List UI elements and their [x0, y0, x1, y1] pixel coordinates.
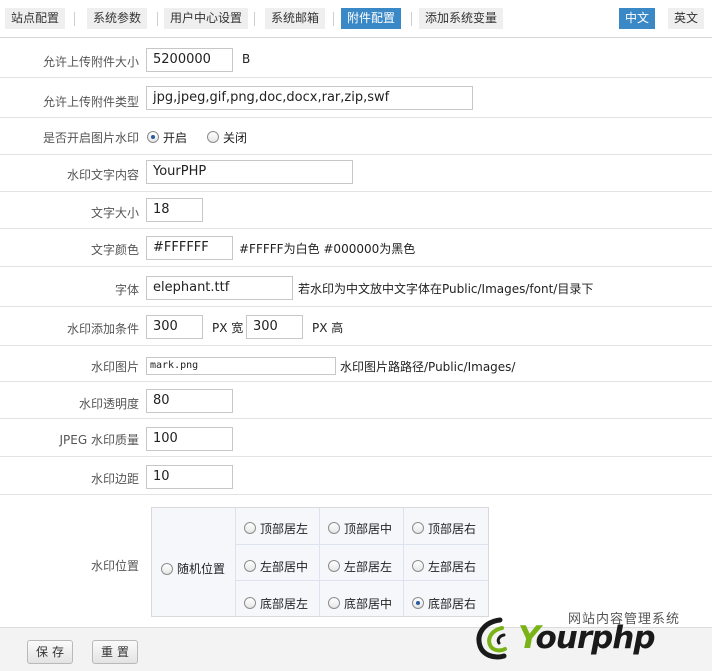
- position-cell: 底部居中: [320, 581, 404, 616]
- position-option-label: 顶部居左: [260, 522, 309, 536]
- margin-input[interactable]: 10: [146, 465, 233, 489]
- jpeg-quality-label: JPEG 水印质量: [59, 433, 139, 447]
- tab-attachment-config[interactable]: 附件配置: [341, 8, 402, 29]
- position-bottom-right-radio[interactable]: [412, 597, 424, 609]
- position-bottom-center-radio[interactable]: [328, 597, 340, 609]
- logo-wordmark: Yourphp: [518, 620, 656, 656]
- tab-bar: 站点配置 系统参数 用户中心设置 系统邮箱 附件配置 添加系统变量 中文 英文: [0, 0, 712, 38]
- watermark-on-radio[interactable]: [147, 131, 159, 143]
- tab-add-variable[interactable]: 添加系统变量: [419, 8, 504, 29]
- yourphp-logo: 网站内容管理系统 Yourphp: [470, 604, 700, 664]
- font-size-label: 文字大小: [90, 206, 139, 220]
- row-file-types: 允许上传附件类型 jpg,jpeg,gif,png,doc,docx,rar,z…: [0, 78, 712, 118]
- position-mid-center-radio[interactable]: [328, 560, 340, 572]
- condition-height-unit: PX 高: [312, 321, 344, 335]
- row-watermark-enable: 是否开启图片水印 开启 关闭: [0, 118, 712, 155]
- position-option-label: 底部居右: [428, 597, 477, 611]
- position-cell: 顶部居左: [236, 508, 320, 545]
- tab-separator: [254, 12, 255, 26]
- condition-width-unit: PX 宽: [212, 321, 244, 335]
- row-font-color: 文字颜色 #FFFFFF #FFFFF为白色 #000000为黑色: [0, 229, 712, 267]
- position-grid: 随机位置 顶部居左 顶部居中 顶部居右 左部居中 左部居左 左部居右 底部居左 …: [151, 507, 489, 617]
- row-max-size: 允许上传附件大小 5200000 B: [0, 39, 712, 78]
- position-cell: 顶部居中: [320, 508, 404, 545]
- lang-chinese-button[interactable]: 中文: [619, 8, 656, 29]
- max-size-label: 允许上传附件大小: [42, 55, 139, 69]
- reset-button[interactable]: 重置: [92, 640, 138, 664]
- tab-site-config[interactable]: 站点配置: [5, 8, 66, 29]
- file-types-label: 允许上传附件类型: [42, 95, 139, 109]
- position-cell: 顶部居右: [404, 508, 488, 545]
- watermark-image-input[interactable]: mark.png: [146, 357, 336, 375]
- logo-word-rest: ourphp: [535, 620, 655, 656]
- font-file-label: 字体: [114, 283, 139, 297]
- font-file-note: 若水印为中文放中文字体在Public/Images/font/目录下: [298, 282, 594, 296]
- position-option-label: 左部居左: [344, 560, 393, 574]
- watermark-on-label: 开启: [163, 131, 188, 145]
- position-option-label: 左部居右: [428, 560, 477, 574]
- position-mid-right-radio[interactable]: [412, 560, 424, 572]
- logo-swirl-icon: [476, 617, 507, 660]
- watermark-enable-label: 是否开启图片水印: [42, 131, 139, 145]
- position-option-label: 顶部居中: [344, 522, 393, 536]
- lang-english-button[interactable]: 英文: [668, 8, 705, 29]
- opacity-input[interactable]: 80: [146, 389, 233, 413]
- position-cell: 左部居右: [404, 545, 488, 581]
- condition-width-input[interactable]: 300: [146, 315, 203, 339]
- font-file-input[interactable]: elephant.ttf: [146, 276, 293, 300]
- tab-system-mail[interactable]: 系统邮箱: [265, 8, 326, 29]
- tab-separator: [411, 12, 412, 26]
- condition-height-input[interactable]: 300: [246, 315, 303, 339]
- font-color-label: 文字颜色: [90, 243, 139, 257]
- position-cell: 左部居左: [320, 545, 404, 581]
- row-font-file: 字体 elephant.ttf 若水印为中文放中文字体在Public/Image…: [0, 267, 712, 307]
- watermark-text-label: 水印文字内容: [66, 168, 139, 182]
- position-option-label: 底部居左: [260, 597, 309, 611]
- font-size-input[interactable]: 18: [146, 198, 203, 222]
- position-random-radio[interactable]: [161, 563, 173, 575]
- position-cell-random: 随机位置: [152, 508, 236, 616]
- position-option-label: 顶部居右: [428, 522, 477, 536]
- position-option-label: 底部居中: [344, 597, 393, 611]
- watermark-off-radio[interactable]: [207, 131, 219, 143]
- position-bottom-left-radio[interactable]: [244, 597, 256, 609]
- font-color-note: #FFFFF为白色 #000000为黑色: [239, 242, 416, 256]
- row-condition: 水印添加条件 300 PX 宽 300 PX 高: [0, 307, 712, 346]
- jpeg-quality-input[interactable]: 100: [146, 427, 233, 451]
- watermark-text-input[interactable]: YourPHP: [146, 160, 353, 184]
- tab-separator: [157, 12, 158, 26]
- watermark-image-label: 水印图片: [90, 360, 139, 374]
- font-color-input[interactable]: #FFFFFF: [146, 236, 233, 260]
- max-size-unit: B: [242, 52, 251, 66]
- row-jpeg-quality: JPEG 水印质量 100: [0, 419, 712, 457]
- position-cell: 底部居左: [236, 581, 320, 616]
- row-opacity: 水印透明度 80: [0, 382, 712, 419]
- tab-system-params[interactable]: 系统参数: [87, 8, 148, 29]
- row-font-size: 文字大小 18: [0, 192, 712, 229]
- row-watermark-image: 水印图片 mark.png 水印图片路路径/Public/Images/: [0, 346, 712, 382]
- watermark-image-note: 水印图片路路径/Public/Images/: [340, 360, 516, 374]
- tab-separator: [74, 12, 75, 26]
- logo-letter-y: Y: [518, 620, 536, 656]
- position-cell: 左部居中: [236, 545, 320, 581]
- max-size-input[interactable]: 5200000: [146, 48, 233, 72]
- opacity-label: 水印透明度: [78, 397, 139, 411]
- tab-user-center[interactable]: 用户中心设置: [164, 8, 249, 29]
- position-top-center-radio[interactable]: [328, 522, 340, 534]
- watermark-off-label: 关闭: [223, 131, 248, 145]
- position-mid-left-radio[interactable]: [244, 560, 256, 572]
- save-button[interactable]: 保存: [27, 640, 73, 664]
- row-watermark-text: 水印文字内容 YourPHP: [0, 155, 712, 192]
- position-option-label: 左部居中: [260, 560, 309, 574]
- position-top-left-radio[interactable]: [244, 522, 256, 534]
- tab-separator: [333, 12, 334, 26]
- margin-label: 水印边距: [90, 472, 139, 486]
- position-top-right-radio[interactable]: [412, 522, 424, 534]
- condition-label: 水印添加条件: [66, 322, 139, 336]
- file-types-input[interactable]: jpg,jpeg,gif,png,doc,docx,rar,zip,swf: [146, 86, 473, 110]
- position-random-label: 随机位置: [177, 562, 226, 576]
- row-margin: 水印边距 10: [0, 457, 712, 495]
- position-label: 水印位置: [90, 559, 139, 573]
